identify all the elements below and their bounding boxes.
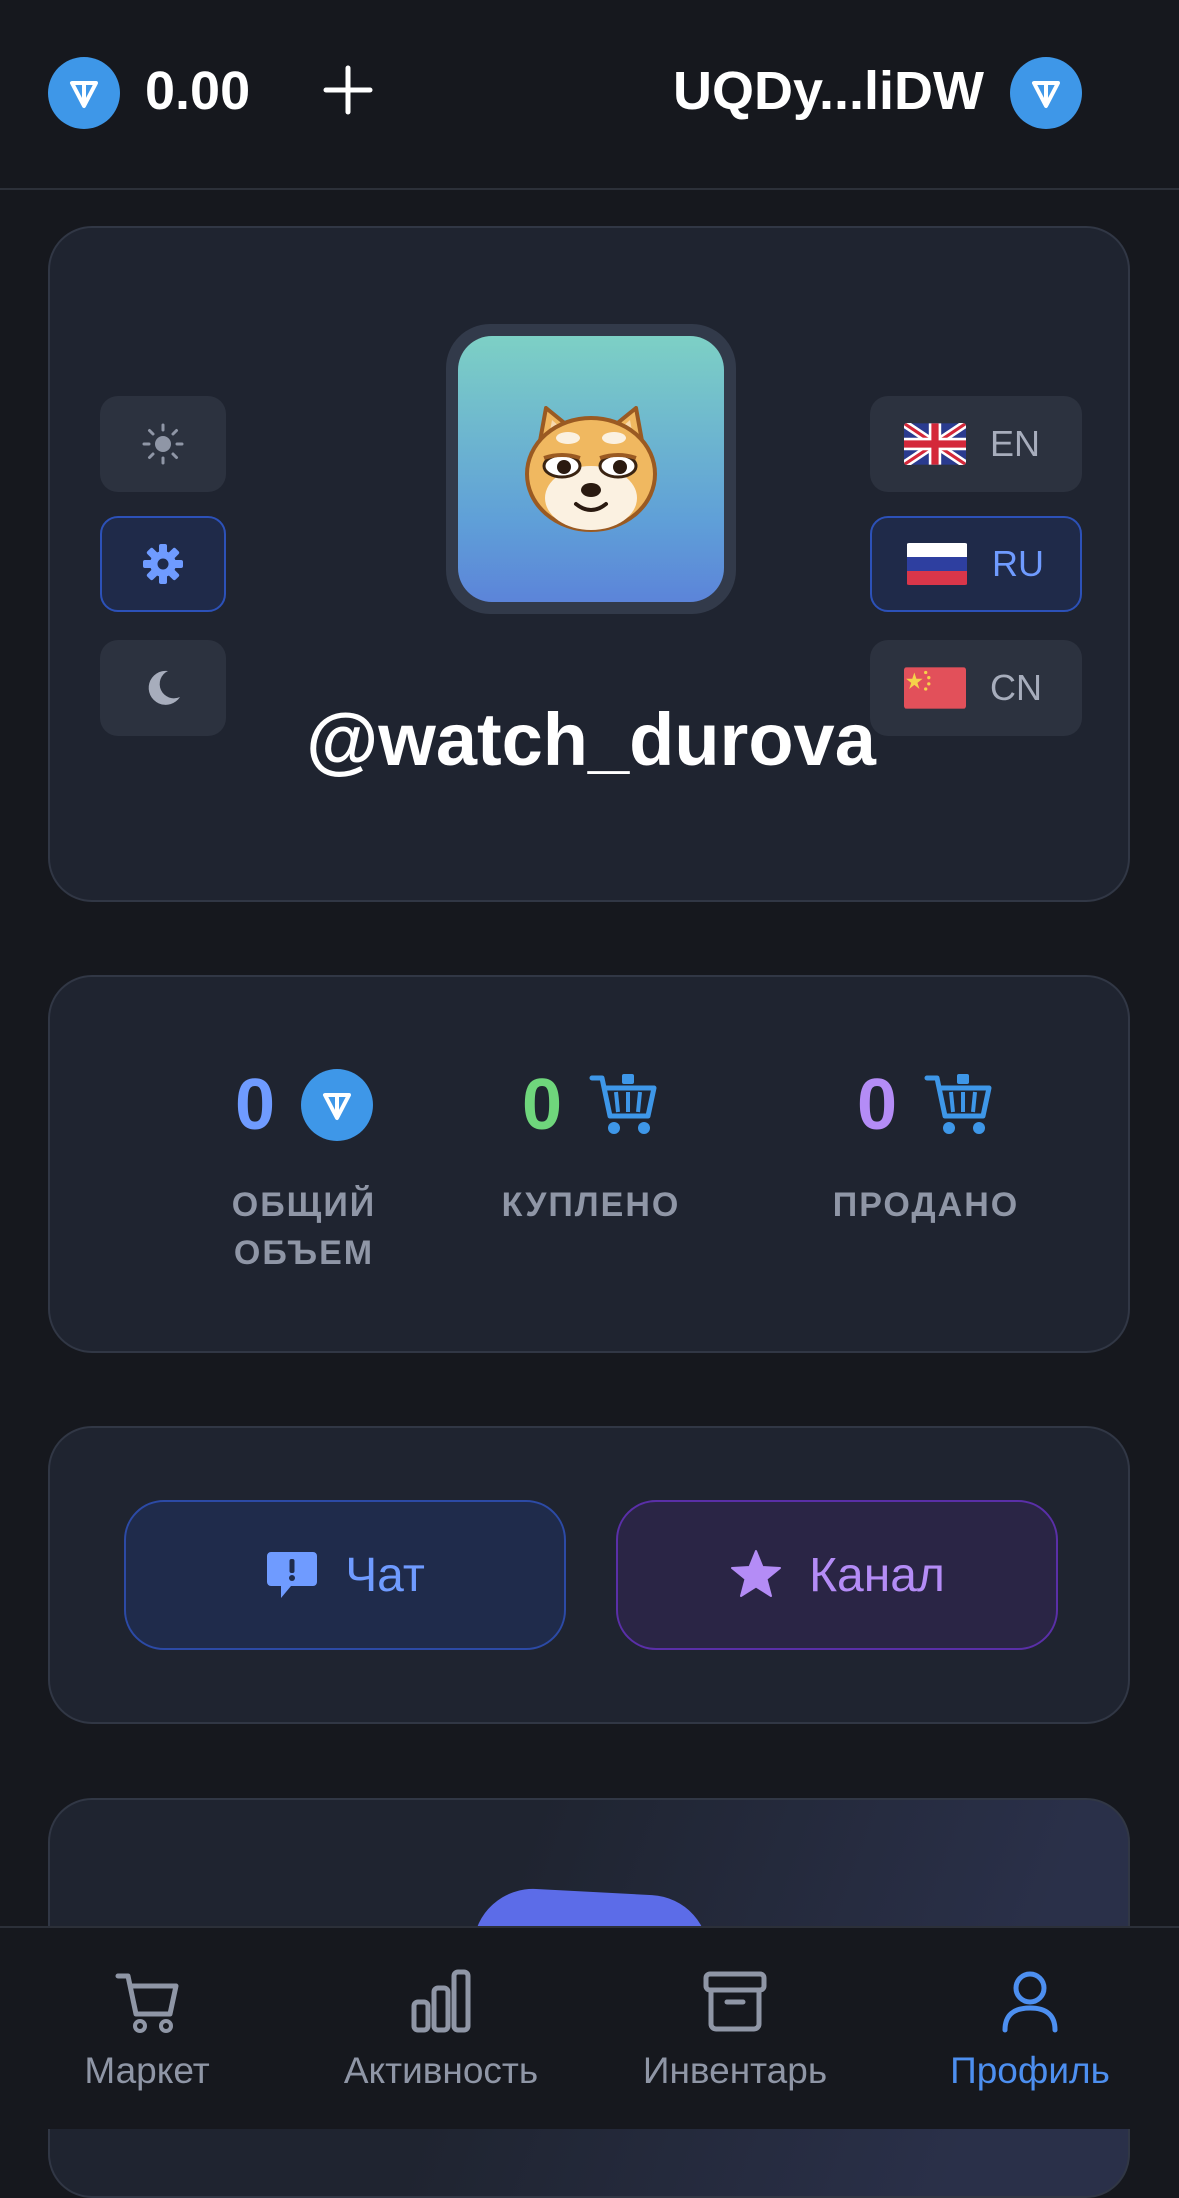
top-bar: 0.00 UQDy...liDW (0, 0, 1179, 190)
shiba-avatar-icon (525, 406, 657, 532)
stat-sold-label: ПРОДАНО (832, 1186, 1020, 1224)
nav-market-label: Маркет (84, 2050, 210, 2091)
stats-card: 0 ОБЩИЙ ОБЪЕМ 0 КУПЛЕНО 0 ПРОДАНО (48, 975, 1130, 1353)
star-icon (731, 1550, 782, 1597)
uk-flag-icon (904, 423, 966, 465)
bar-chart-icon (411, 1969, 471, 2033)
china-flag-icon (904, 667, 966, 709)
chat-button[interactable]: Чат (124, 1500, 566, 1650)
balance-value: 0.00 (145, 61, 251, 121)
nav-market[interactable]: Маркет (17, 1966, 277, 2092)
language-cn-button[interactable]: CN (870, 640, 1082, 736)
language-cn-label: CN (990, 667, 1042, 708)
stat-bought-label: КУПЛЕНО (501, 1186, 681, 1224)
stat-sold-value: 0 (856, 1065, 898, 1145)
stat-total-volume-value: 0 (234, 1065, 276, 1145)
language-ru-button[interactable]: RU (870, 516, 1082, 612)
theme-system-button[interactable] (100, 516, 226, 612)
profile-card: @watch_durova EN RU CN (48, 226, 1130, 902)
avatar-frame (446, 324, 736, 614)
channel-button[interactable]: Канал (616, 1500, 1058, 1650)
cart-icon (589, 1074, 657, 1134)
nav-inventory-label: Инвентарь (642, 2050, 828, 2091)
ton-icon (48, 57, 120, 129)
wallet-address[interactable]: UQDy...liDW (673, 60, 984, 122)
nav-profile[interactable]: Профиль (900, 1966, 1160, 2092)
add-funds-button[interactable] (318, 60, 378, 120)
channel-button-label: Канал (809, 1548, 945, 1602)
sun-icon (142, 423, 184, 465)
stat-bought-value: 0 (521, 1065, 563, 1145)
bottom-nav: Маркет Активность Инвентарь Профиль (0, 1926, 1179, 2129)
language-en-label: EN (990, 423, 1041, 464)
cart-icon (115, 1973, 179, 2033)
language-ru-label: RU (992, 543, 1044, 584)
theme-light-button[interactable] (100, 396, 226, 492)
nav-activity[interactable]: Активность (311, 1966, 571, 2092)
chat-button-label: Чат (345, 1548, 425, 1602)
cart-icon (924, 1074, 992, 1134)
ton-icon (301, 1069, 374, 1141)
avatar[interactable] (458, 336, 724, 602)
chat-icon (267, 1552, 318, 1598)
links-card: Чат Канал (48, 1426, 1130, 1724)
russia-flag-icon (906, 543, 968, 585)
nav-profile-label: Профиль (950, 2050, 1110, 2091)
stat-total-volume-label: ОБЩИЙ ОБЪЕМ (231, 1186, 377, 1272)
wallet-ton-icon[interactable] (1010, 57, 1082, 129)
user-icon (1002, 1971, 1058, 2033)
archive-icon (703, 1971, 767, 2032)
nav-activity-label: Активность (343, 2050, 539, 2091)
language-en-button[interactable]: EN (870, 396, 1082, 492)
gear-icon (143, 544, 183, 584)
nav-inventory[interactable]: Инвентарь (605, 1966, 865, 2092)
